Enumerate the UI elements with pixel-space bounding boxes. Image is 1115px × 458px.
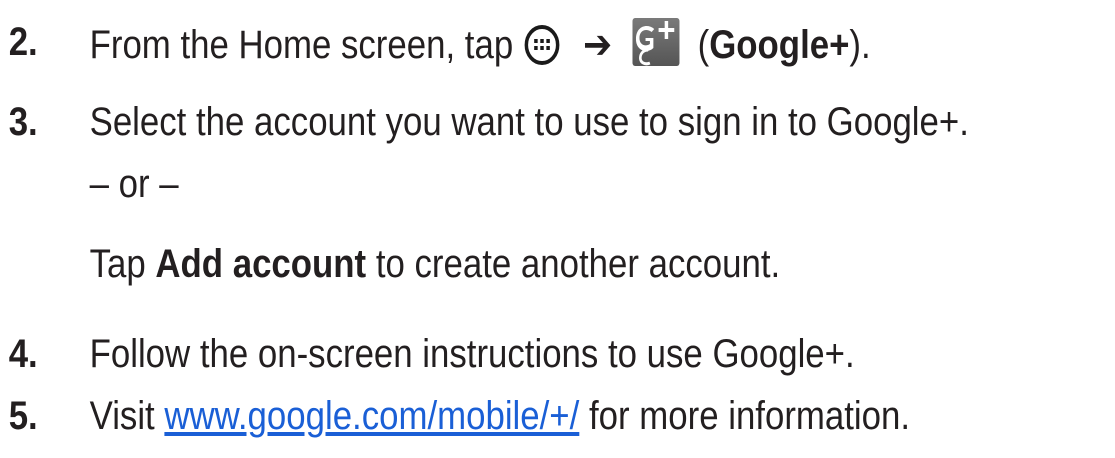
or-separator: – or – (89, 162, 179, 206)
step-text: Visit www.google.com/mobile/+/ for more … (90, 392, 910, 440)
step-text: From the Home screen, tap ➔ (Google+). (90, 18, 871, 69)
alt-suffix: to create another account. (375, 242, 781, 286)
step-5-prefix: Visit (89, 394, 155, 438)
step-2-app-close: ). (849, 23, 871, 67)
instruction-document: 2. From the Home screen, tap ➔ (Google+)… (0, 0, 970, 458)
step-number: 4. (8, 332, 38, 376)
google-mobile-link[interactable]: www.google.com/mobile/+/ (164, 394, 579, 438)
step-text: Tap Add account to create another accoun… (90, 240, 781, 288)
alt-prefix: Tap (89, 242, 146, 286)
step-2-app-open: ( (697, 23, 710, 67)
add-account-label: Add account (155, 242, 367, 286)
step-2-prefix: From the Home screen, tap (89, 23, 514, 67)
step-2-app-name: Google+ (709, 23, 850, 67)
arrow-icon: ➔ (582, 23, 613, 67)
step-5-suffix: for more information. (588, 394, 911, 438)
step-number: 5. (8, 394, 38, 438)
step-number: 2. (8, 20, 38, 64)
step-text: Follow the on-screen instructions to use… (89, 332, 855, 376)
apps-icon (524, 25, 560, 65)
step-number: 3. (8, 100, 38, 144)
step-text: Select the account you want to use to si… (89, 100, 969, 144)
google-plus-icon (632, 18, 680, 66)
